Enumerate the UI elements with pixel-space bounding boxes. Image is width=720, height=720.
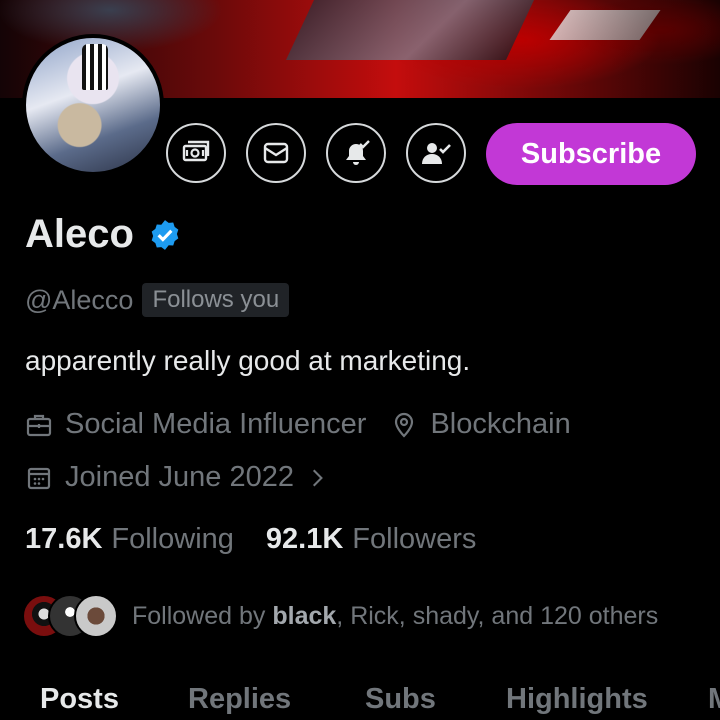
tab-subs[interactable]: Subs <box>365 683 436 716</box>
location-pin-icon <box>395 412 414 438</box>
tab-highlights[interactable]: Highlights <box>506 683 648 716</box>
joined-date: Joined June 2022 <box>65 461 294 493</box>
followed-by-text: Followed by black, Rick, shady, and 120 … <box>132 601 659 630</box>
joined-row[interactable]: Joined June 2022 <box>25 461 330 494</box>
following-stat[interactable]: 17.6K Following <box>25 523 234 556</box>
profile-avatar[interactable] <box>22 34 164 176</box>
notifications-button[interactable] <box>326 123 386 183</box>
tab-posts[interactable]: Posts <box>40 683 119 716</box>
chevron-right-icon <box>312 469 323 486</box>
following-count: 17.6K <box>25 523 103 555</box>
followed-by-row[interactable]: Followed by black, Rick, shady, and 120 … <box>22 594 658 638</box>
calendar-icon <box>27 467 51 489</box>
follow-stats: 17.6K Following 92.1K Followers <box>25 523 508 556</box>
banner-art <box>286 0 534 60</box>
subscribe-button[interactable]: Subscribe <box>486 123 696 185</box>
tip-button[interactable] <box>166 123 226 183</box>
follows-you-badge: Follows you <box>142 283 290 317</box>
profile-location: Blockchain <box>430 408 571 440</box>
verified-badge-icon[interactable] <box>148 218 182 252</box>
followers-label: Followers <box>352 523 477 555</box>
follow-check-icon <box>422 143 451 164</box>
profile-category: Social Media Influencer <box>65 408 367 440</box>
profile-meta-row: Social Media Influencer Blockchain <box>25 408 571 441</box>
profile-tabs: Posts Replies Subs Highlights M <box>0 683 720 720</box>
bio: apparently really good at marketing. <box>25 345 471 376</box>
handle: @Alecco <box>25 284 134 315</box>
followers-stat[interactable]: 92.1K Followers <box>266 523 476 556</box>
profile-name-row: Aleco <box>25 212 182 257</box>
display-name: Aleco <box>25 212 134 256</box>
tab-replies[interactable]: Replies <box>188 683 291 716</box>
follower-avatar <box>74 594 118 638</box>
following-label: Following <box>111 523 234 555</box>
mail-icon <box>263 142 289 164</box>
briefcase-icon <box>26 414 52 436</box>
followed-by-highlight: black <box>272 601 337 630</box>
banner-art-detail <box>549 10 661 40</box>
following-button[interactable] <box>406 123 466 183</box>
followers-count: 92.1K <box>265 523 344 555</box>
message-button[interactable] <box>246 123 306 183</box>
tab-more[interactable]: M <box>708 683 720 716</box>
money-icon <box>182 140 210 162</box>
handle-row: @Alecco Follows you <box>25 283 290 317</box>
bell-icon <box>346 140 370 165</box>
